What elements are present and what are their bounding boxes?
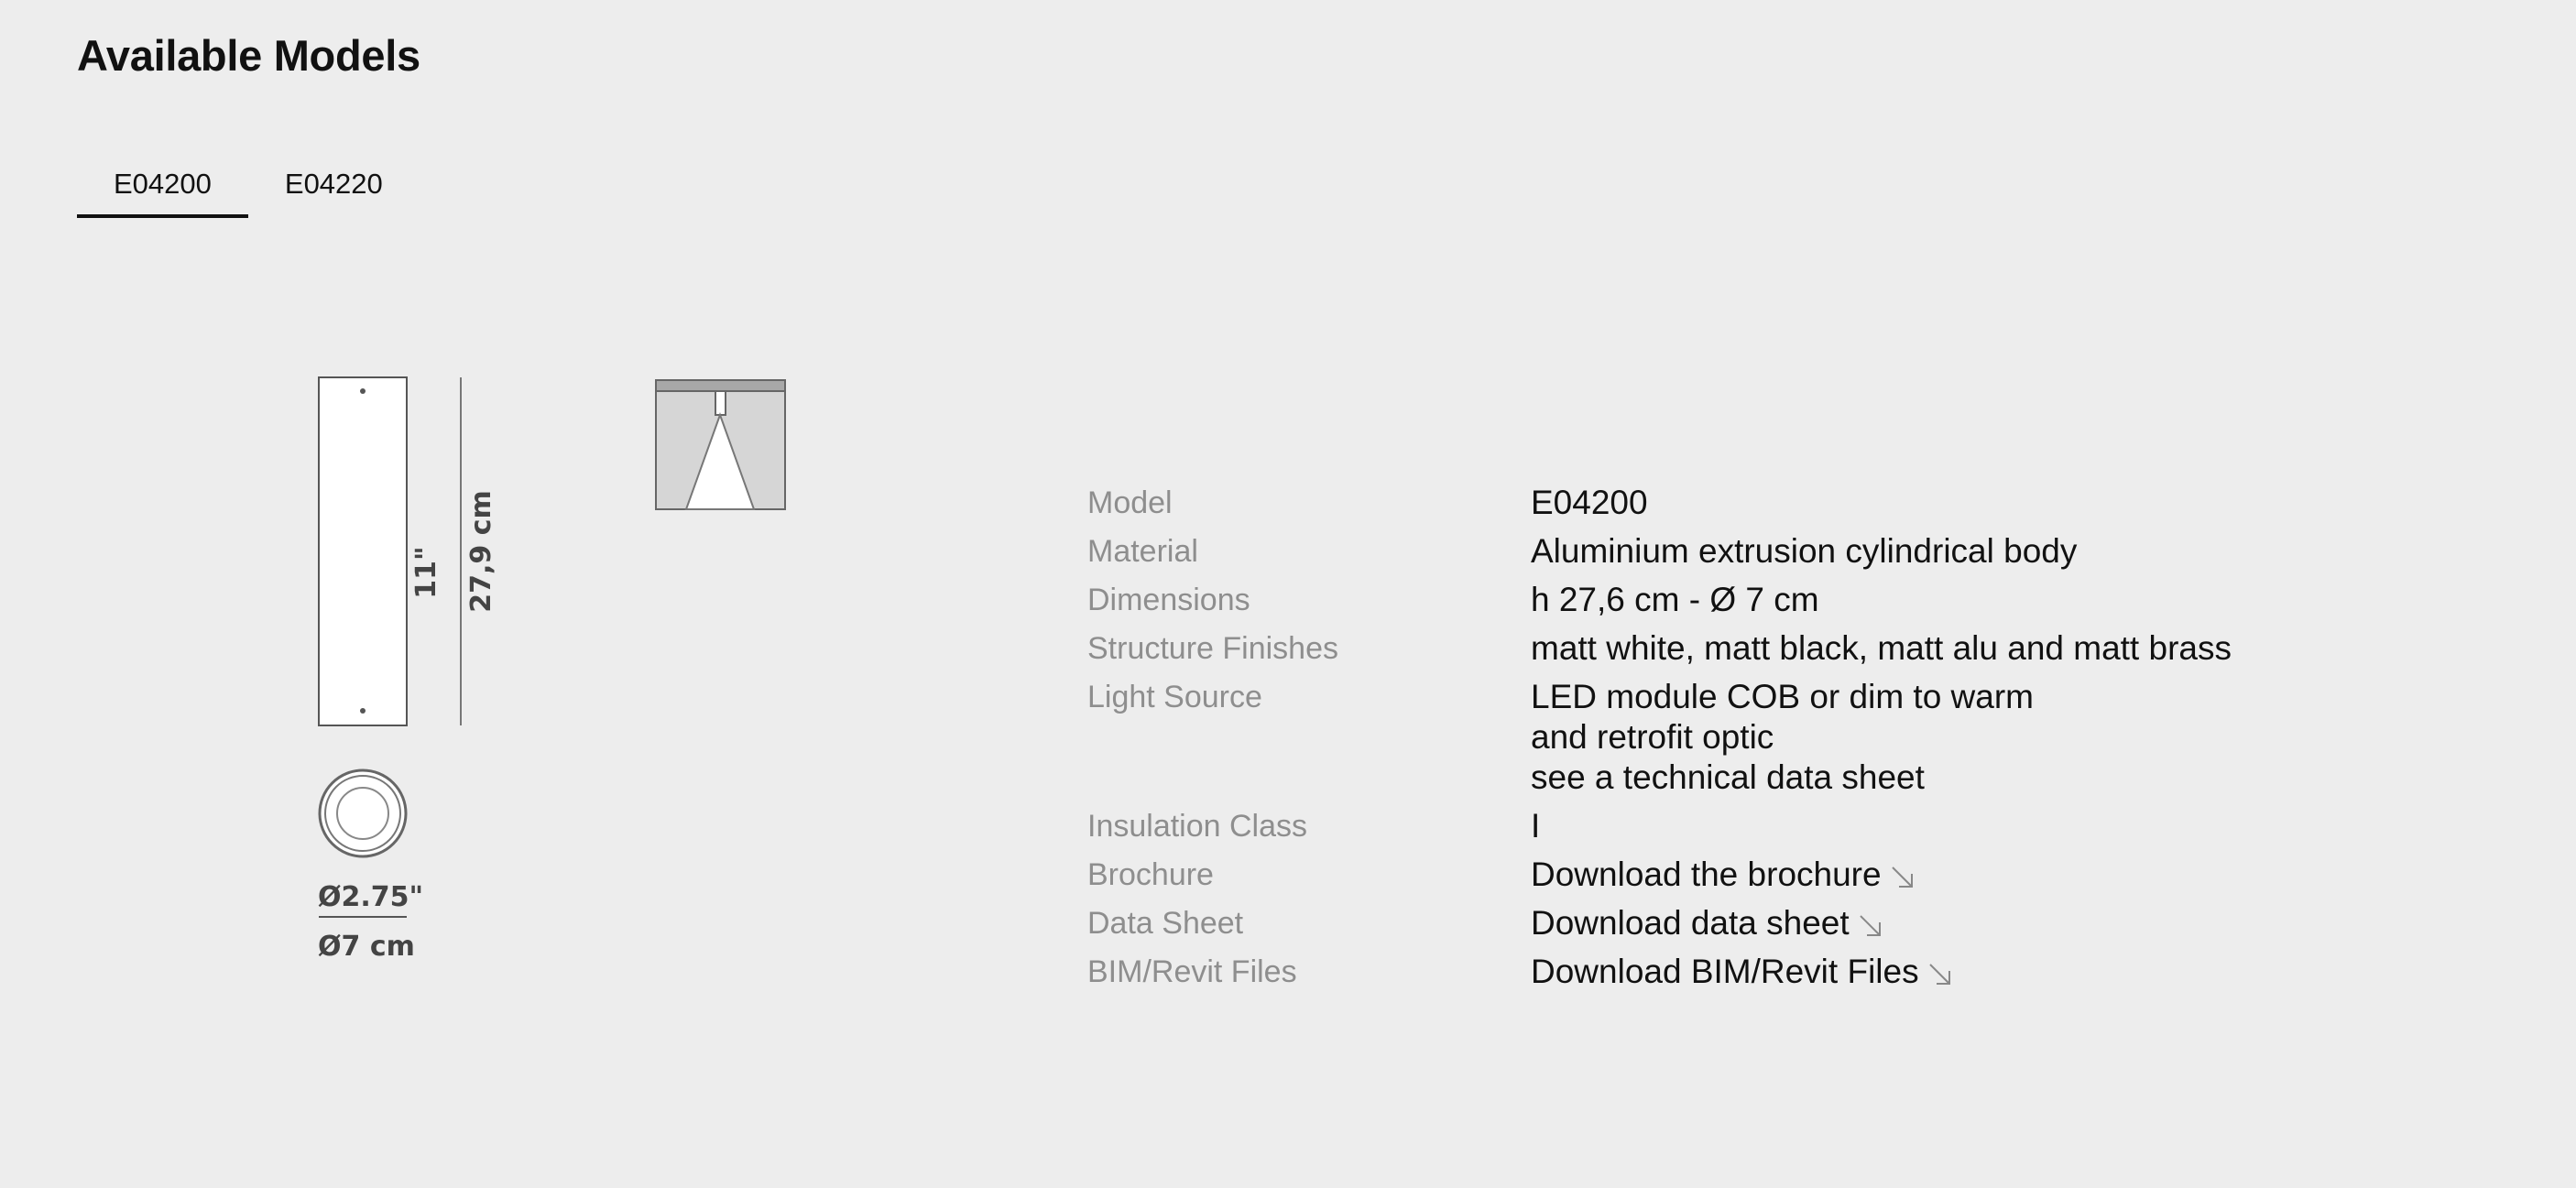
height-cm-label: 27,9 cm (465, 490, 497, 613)
fixture-side-view (318, 376, 408, 726)
spec-row-insulation: Insulation Class I (1087, 806, 2516, 846)
arrow-down-right-icon[interactable] (1889, 864, 1916, 891)
spec-row-light-source: Light Source LED module COB or dim to wa… (1087, 677, 2516, 798)
download-brochure-link[interactable]: Download the brochure (1531, 856, 1882, 893)
spec-row-brochure: Brochure Download the brochure (1087, 855, 2516, 895)
spec-label-material: Material (1087, 534, 1198, 569)
diameter-cm-label: Ø7 cm (318, 931, 415, 963)
diameter-inch-label: Ø2.75" (318, 881, 423, 913)
light-source-line-1: LED module COB or dim to warm (1531, 678, 2035, 715)
fixture-top-view-lens (336, 787, 389, 840)
spec-value-data-sheet: Download data sheet (1531, 903, 1884, 943)
technical-drawing: 11" 27,9 cm Ø2.75" Ø7 cm (318, 376, 786, 963)
spec-label-model: Model (1087, 485, 1173, 520)
spec-table: Model E04200 Material Aluminium extrusio… (1087, 483, 2516, 1000)
page-title: Available Models (77, 31, 420, 80)
spec-label-brochure: Brochure (1087, 857, 1214, 892)
arrow-down-right-icon[interactable] (1927, 961, 1954, 988)
arrow-down-right-icon[interactable] (1857, 912, 1884, 940)
spec-row-data-sheet: Data Sheet Download data sheet (1087, 903, 2516, 943)
spec-label-data-sheet: Data Sheet (1087, 906, 1244, 941)
light-source-line-3: see a technical data sheet (1531, 758, 1925, 796)
spec-row-material: Material Aluminium extrusion cylindrical… (1087, 531, 2516, 572)
tab-e04220[interactable]: E04220 (248, 156, 420, 218)
spec-value-model: E04200 (1531, 484, 1648, 521)
height-inch-label: 11" (410, 546, 442, 598)
spec-row-model: Model E04200 (1087, 483, 2516, 523)
spec-row-finishes: Structure Finishes matt white, matt blac… (1087, 628, 2516, 669)
light-source-line-2: and retrofit optic (1531, 718, 1774, 756)
spec-label-insulation: Insulation Class (1087, 809, 1308, 844)
spec-value-dimensions: h 27,6 cm - Ø 7 cm (1531, 581, 1819, 618)
download-bim-link[interactable]: Download BIM/Revit Files (1531, 953, 1919, 990)
spec-label-dimensions: Dimensions (1087, 583, 1250, 617)
spec-value-bim: Download BIM/Revit Files (1531, 952, 1954, 992)
spec-value-brochure: Download the brochure (1531, 855, 1916, 895)
spec-row-dimensions: Dimensions h 27,6 cm - Ø 7 cm (1087, 580, 2516, 620)
spec-row-bim: BIM/Revit Files Download BIM/Revit Files (1087, 952, 2516, 992)
tab-e04200[interactable]: E04200 (77, 156, 248, 218)
section-top-cap (655, 379, 786, 392)
download-data-sheet-link[interactable]: Download data sheet (1531, 904, 1850, 942)
section-led-module (715, 390, 726, 416)
model-tabs: E04200 E04220 (77, 156, 420, 218)
spec-label-light-source: Light Source (1087, 680, 1262, 714)
spec-label-bim: BIM/Revit Files (1087, 954, 1297, 989)
spec-value-insulation: I (1531, 807, 1541, 845)
mounting-screw-bottom (360, 708, 366, 714)
spec-value-material: Aluminium extrusion cylindrical body (1531, 532, 2078, 570)
mounting-screw-top (360, 388, 366, 394)
spec-value-light-source: LED module COB or dim to warm and retrof… (1531, 677, 2034, 798)
spec-label-finishes: Structure Finishes (1087, 631, 1338, 666)
spec-value-finishes: matt white, matt black, matt alu and mat… (1531, 629, 2232, 667)
